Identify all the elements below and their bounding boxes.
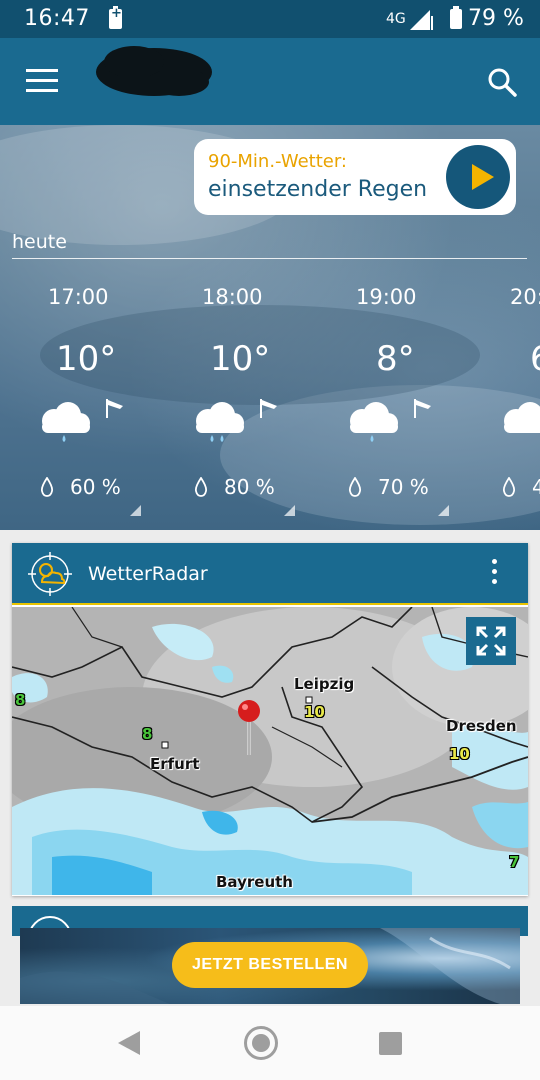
rain-cloud-icon xyxy=(42,402,90,442)
order-now-button[interactable]: JETZT BESTELLEN xyxy=(172,942,368,988)
hour-forecast[interactable]: 19:00 8° 70 % xyxy=(320,285,460,516)
city-label: Bayreuth xyxy=(216,873,293,891)
precip-probability: 70 % xyxy=(378,475,429,499)
wind-icon xyxy=(260,399,277,418)
city-label: Erfurt xyxy=(150,755,200,773)
order-now-label: JETZT BESTELLEN xyxy=(192,956,348,973)
hour-time: 19:00 xyxy=(356,285,417,309)
battery-percent: 79 % xyxy=(468,6,524,31)
temperature-value: 8 xyxy=(142,725,153,743)
radar-sun-cloud-icon xyxy=(28,552,72,596)
temperature-value: 10 xyxy=(304,703,325,721)
app-toolbar xyxy=(0,38,540,125)
hour-time: 18:00 xyxy=(202,285,263,309)
back-icon[interactable] xyxy=(118,1031,140,1055)
play-icon[interactable] xyxy=(446,145,510,209)
drop-icon xyxy=(194,477,208,497)
home-icon[interactable] xyxy=(244,1026,278,1060)
wind-icon xyxy=(414,399,431,418)
drop-icon xyxy=(502,477,516,497)
network-type: 4G xyxy=(386,11,406,27)
hour-forecast[interactable]: 18:00 10° 80 % xyxy=(166,285,306,516)
hour-forecast[interactable]: 20: 6 4 xyxy=(474,285,540,515)
precip-probability: 4 xyxy=(532,475,540,499)
radar-title: WetterRadar xyxy=(88,563,208,585)
hour-temp: 8° xyxy=(376,339,415,379)
redacted-logo xyxy=(96,46,212,96)
radar-card-header: WetterRadar xyxy=(12,543,528,605)
more-options-icon[interactable] xyxy=(486,559,502,589)
temperature-value: 8 xyxy=(15,691,26,709)
temperature-value: 7 xyxy=(509,853,520,871)
wind-icon xyxy=(106,399,123,418)
drop-icon xyxy=(348,477,362,497)
radar-map[interactable]: Leipzig Dresden Erfurt Bayreuth 8 8 10 1… xyxy=(12,607,528,895)
hourly-forecast: 90-Min.-Wetter: einsetzender Regen heute… xyxy=(0,125,540,530)
rain-cloud-icon xyxy=(350,402,398,442)
city-label: Dresden xyxy=(446,717,517,735)
nowcast-text: einsetzender Regen xyxy=(208,177,428,202)
temperature-value: 10 xyxy=(449,745,470,763)
hour-forecast[interactable]: 17:00 10° 60 % xyxy=(12,285,152,516)
system-nav-bar xyxy=(0,1006,540,1080)
expand-corner-icon xyxy=(130,505,141,516)
fullscreen-icon[interactable] xyxy=(466,617,516,665)
expand-corner-icon xyxy=(438,505,449,516)
battery-icon xyxy=(450,6,462,29)
battery-saver-icon xyxy=(109,6,122,29)
hour-temp: 10° xyxy=(56,339,117,379)
status-time: 16:47 xyxy=(24,6,90,31)
hour-time: 20: xyxy=(510,285,540,309)
hour-temp: 6 xyxy=(530,339,540,379)
precip-probability: 80 % xyxy=(224,475,275,499)
hour-time: 17:00 xyxy=(48,285,109,309)
rain-cloud-icon xyxy=(504,402,540,433)
ad-banner[interactable]: JETZT BESTELLEN xyxy=(20,928,520,1004)
menu-icon[interactable] xyxy=(26,69,58,93)
recent-apps-icon[interactable] xyxy=(379,1032,402,1055)
status-bar: 16:47 4G 79 % xyxy=(0,0,540,38)
hour-temp: 10° xyxy=(210,339,271,379)
rain-cloud-icon xyxy=(196,402,244,442)
city-label: Leipzig xyxy=(294,675,355,693)
search-icon[interactable] xyxy=(486,66,518,98)
nowcast-banner[interactable]: 90-Min.-Wetter: einsetzender Regen xyxy=(194,139,516,215)
drop-icon xyxy=(40,477,54,497)
nowcast-label: 90-Min.-Wetter: xyxy=(208,151,347,172)
divider xyxy=(12,258,527,259)
radar-card[interactable]: WetterRadar Leipzig Dresden Erfurt Bayre… xyxy=(12,543,528,896)
day-label: heute xyxy=(12,231,67,253)
precip-probability: 60 % xyxy=(70,475,121,499)
expand-corner-icon xyxy=(284,505,295,516)
signal-icon xyxy=(410,10,433,30)
